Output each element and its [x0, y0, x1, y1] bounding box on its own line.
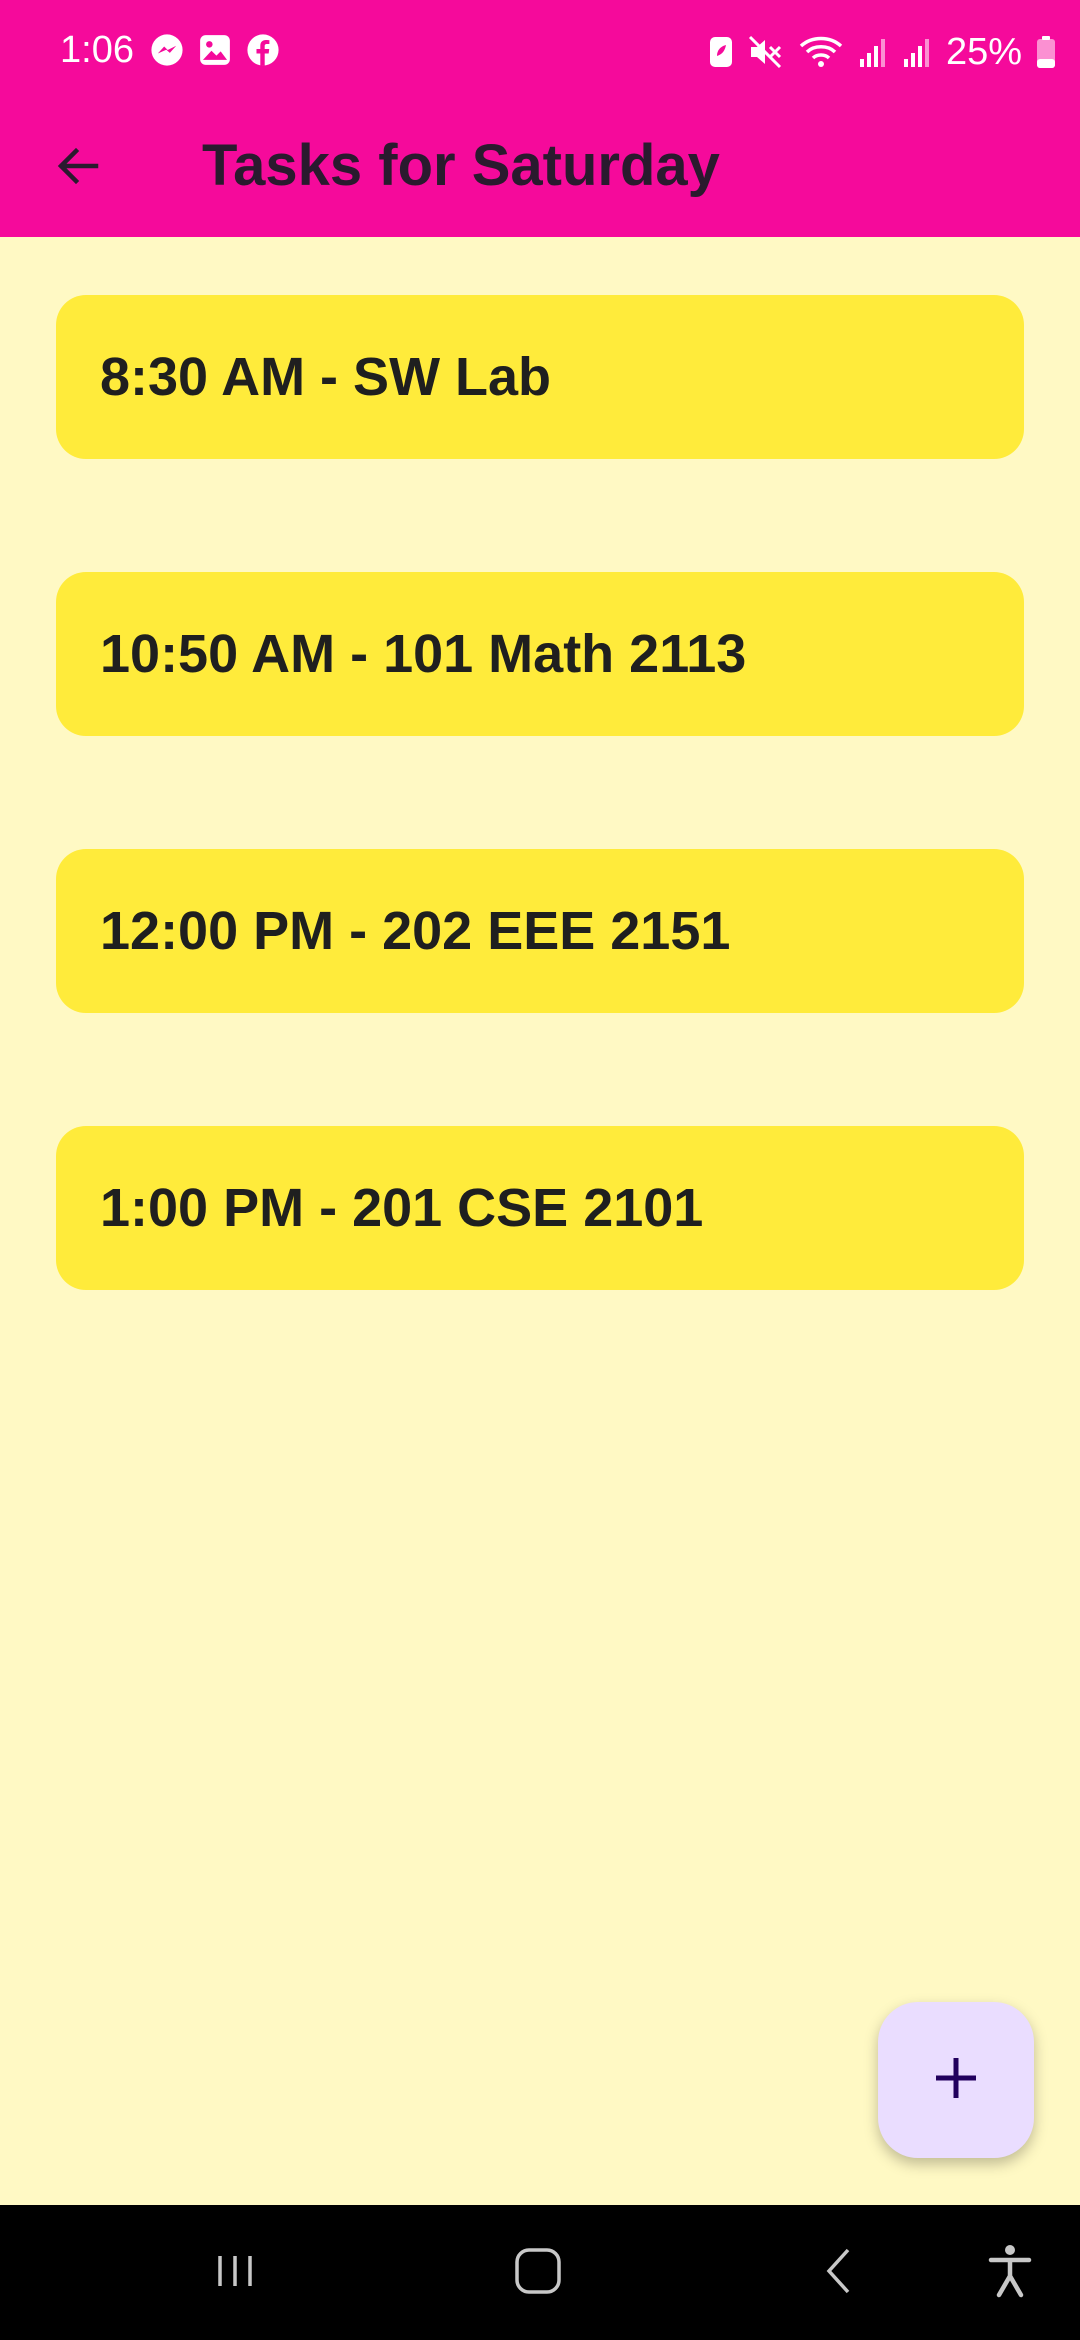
status-bar: 1:06 25%	[0, 0, 1080, 100]
back-button[interactable]	[36, 126, 120, 210]
task-card[interactable]: 12:00 PM - 202 EEE 2151	[56, 849, 1024, 1013]
recent-apps-icon	[210, 2246, 260, 2301]
add-task-button[interactable]	[878, 2002, 1034, 2158]
home-icon	[513, 2246, 563, 2301]
plus-icon	[932, 2054, 980, 2107]
task-card[interactable]: 1:00 PM - 201 CSE 2101	[56, 1126, 1024, 1290]
system-back-button[interactable]	[800, 2233, 880, 2313]
task-label: 12:00 PM - 202 EEE 2151	[100, 901, 731, 961]
task-label: 10:50 AM - 101 Math 2113	[100, 624, 747, 684]
gallery-icon	[198, 33, 232, 67]
status-time: 1:06	[60, 29, 134, 71]
page-title: Tasks for Saturday	[202, 133, 720, 198]
signal-icon	[902, 35, 932, 69]
wifi-icon	[798, 35, 844, 69]
system-icons: 25%	[708, 26, 1056, 78]
facebook-icon	[246, 33, 280, 67]
task-label: 8:30 AM - SW Lab	[100, 347, 552, 407]
task-list: 8:30 AM - SW Lab 10:50 AM - 101 Math 211…	[56, 295, 1024, 1403]
recent-apps-button[interactable]	[195, 2233, 275, 2313]
top-header: 1:06 25% Tasks for Saturday	[0, 0, 1080, 237]
back-icon	[815, 2246, 865, 2301]
system-nav-bar	[0, 2205, 1080, 2340]
accessibility-icon	[985, 2243, 1035, 2304]
battery-icon	[1036, 35, 1056, 69]
task-label: 1:00 PM - 201 CSE 2101	[100, 1178, 704, 1238]
app-bar: Tasks for Saturday	[0, 100, 1080, 237]
task-card[interactable]: 10:50 AM - 101 Math 2113	[56, 572, 1024, 736]
task-card[interactable]: 8:30 AM - SW Lab	[56, 295, 1024, 459]
battery-percent: 25%	[945, 31, 1022, 73]
home-button[interactable]	[498, 2233, 578, 2313]
mute-icon	[748, 35, 784, 69]
notification-icons	[150, 33, 280, 67]
battery-saver-icon	[708, 35, 734, 69]
arrow-left-icon	[54, 142, 102, 195]
accessibility-button[interactable]	[970, 2233, 1050, 2313]
messenger-icon	[150, 33, 184, 67]
signal-icon	[858, 35, 888, 69]
screen: 1:06 25% Tasks for Saturday 8:30 AM - SW…	[0, 0, 1080, 2340]
